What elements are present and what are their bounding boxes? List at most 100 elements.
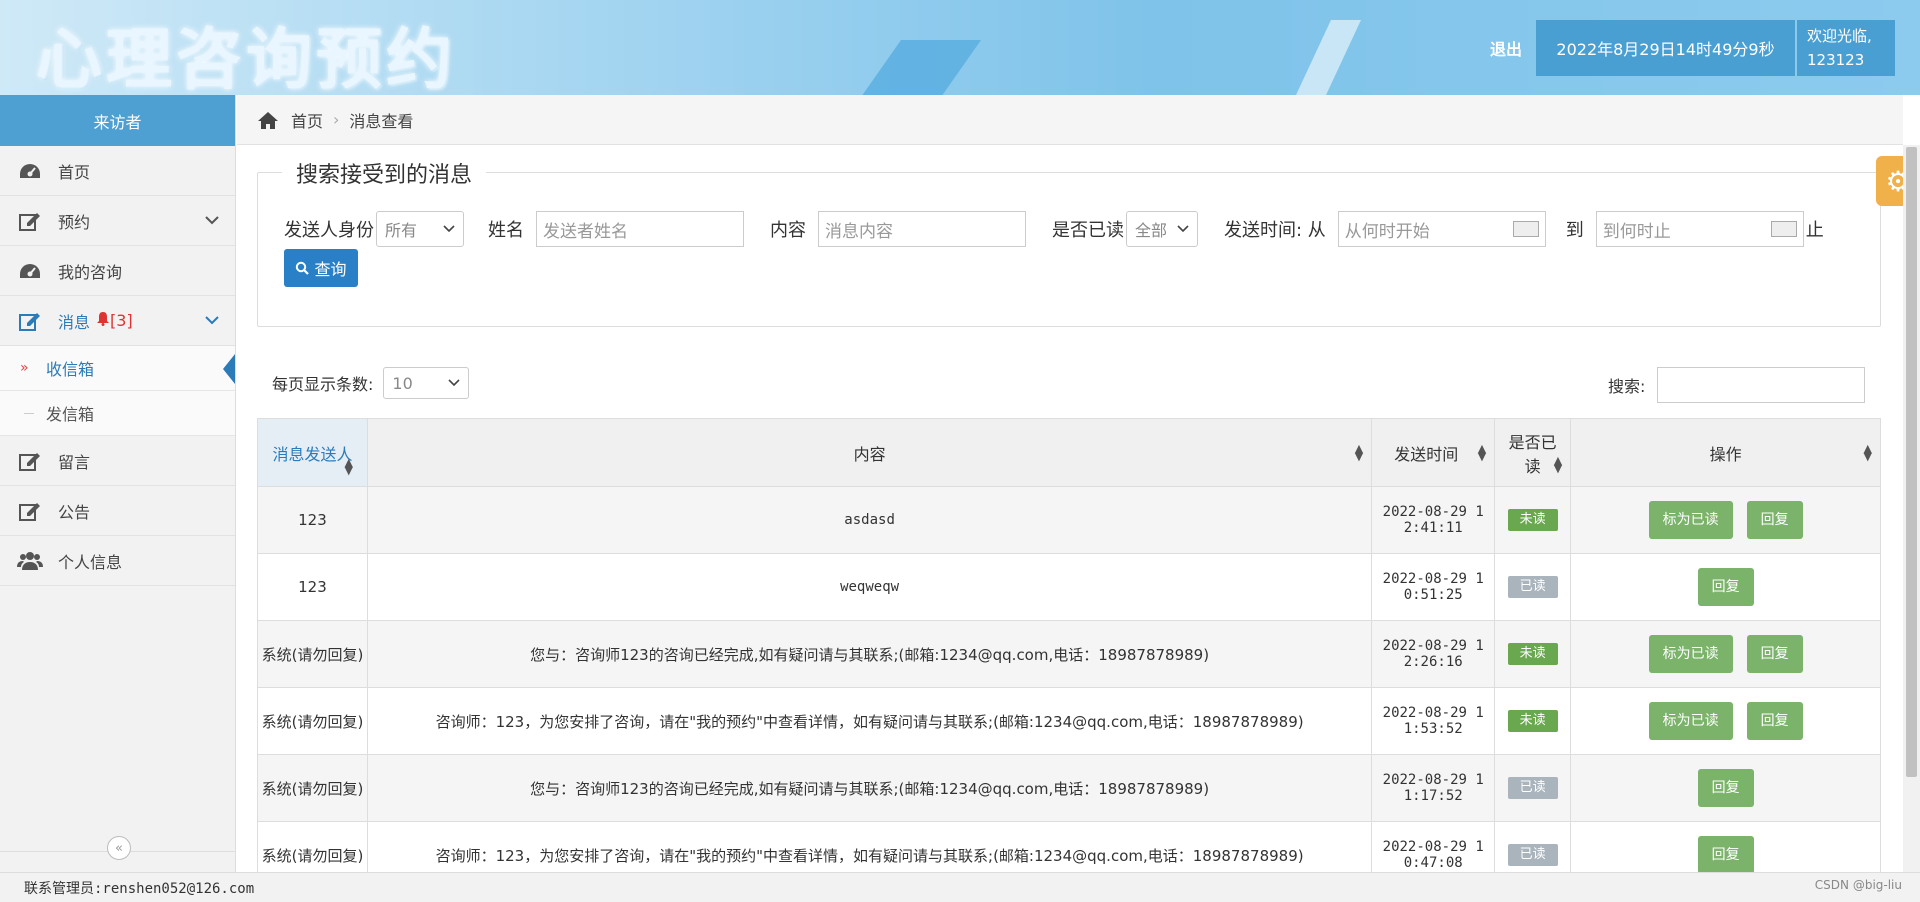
vertical-scrollbar[interactable]	[1903, 145, 1920, 872]
cell-time: 2022-08-29 1 1:53:52	[1371, 687, 1496, 755]
status-badge: 已读	[1507, 777, 1558, 799]
sidebar-item-label: 我的咨询	[58, 262, 123, 282]
breadcrumb: 首页 › 消息查看	[237, 95, 1903, 145]
users-icon	[16, 550, 44, 572]
reply-button[interactable]: 回复	[1746, 635, 1803, 673]
read-status-select[interactable]: 全部	[1126, 211, 1198, 247]
sidebar-item-messages[interactable]: 消息 [3]	[0, 296, 235, 346]
table-row: 系统(请勿回复) 咨询师：123，为您安排了咨询，请在"我的预约"中查看详情，如…	[257, 687, 1881, 755]
sidebar-item-label: 首页	[58, 162, 91, 182]
breadcrumb-current: 消息查看	[349, 111, 414, 131]
mark-read-button[interactable]: 标为已读	[1648, 702, 1733, 740]
sidebar-item-label: 消息	[58, 312, 91, 332]
cell-sender: 123	[257, 486, 368, 554]
column-header-actions[interactable]: 操作 ▲ ▼	[1570, 418, 1881, 487]
sender-identity-select[interactable]: 所有	[376, 211, 464, 247]
cell-actions: 标为已读 回复	[1570, 620, 1881, 688]
sort-icon: ▲ ▼	[344, 456, 353, 477]
column-header-label: 消息发送人	[272, 444, 353, 464]
edit-icon	[16, 310, 44, 332]
reply-button[interactable]: 回复	[1697, 836, 1754, 874]
collapse-sidebar-button[interactable]: «	[107, 836, 131, 860]
column-header-label: 是否已读	[1508, 432, 1557, 476]
time-to-input[interactable]: 到何时止	[1595, 211, 1804, 247]
tree-line	[24, 413, 34, 414]
sidebar-item-label: 公告	[58, 502, 91, 522]
calendar-icon[interactable]	[1512, 221, 1539, 237]
column-header-content[interactable]: 内容 ▲ ▼	[366, 418, 1373, 487]
header-banner: 心理咨询预约 退出 2022年8月29日14时49分9秒 欢迎光临, 12312…	[0, 0, 1920, 95]
mark-read-button[interactable]: 标为已读	[1648, 501, 1733, 539]
cell-sender: 系统(请勿回复)	[257, 754, 368, 822]
time-end-label: 止	[1805, 220, 1824, 241]
mark-read-button[interactable]: 标为已读	[1648, 635, 1733, 673]
cell-actions: 标为已读 回复	[1570, 486, 1881, 554]
username: 123123	[1807, 51, 1865, 69]
cell-content: weqweqw	[366, 553, 1373, 621]
name-input[interactable]: 发送者姓名	[536, 211, 744, 247]
datetime-display: 2022年8月29日14时49分9秒	[1536, 20, 1795, 76]
table-row: 系统(请勿回复) 您与：咨询师123的咨询已经完成,如有疑问请与其联系;(邮箱:…	[257, 620, 1881, 688]
edit-icon	[16, 450, 44, 472]
column-header-label: 发送时间	[1394, 444, 1459, 464]
cell-time: 2022-08-29 1 2:26:16	[1371, 620, 1496, 688]
unread-count-badge: [3]	[110, 311, 133, 330]
read-status-label: 是否已读	[1052, 220, 1124, 241]
table-search-input[interactable]	[1657, 367, 1866, 403]
table-search-label: 搜索:	[1608, 377, 1646, 396]
sidebar-item-home[interactable]: 首页	[0, 146, 235, 196]
chevron-down-icon	[1177, 225, 1189, 233]
cell-actions: 回复	[1570, 553, 1881, 621]
search-panel: 搜索接受到的消息 发送人身份 所有 姓名 发送者姓名 内容 消息内容 是否已读 …	[257, 157, 1881, 327]
sidebar-item-notices[interactable]: 公告	[0, 486, 235, 536]
reply-button[interactable]: 回复	[1746, 501, 1803, 539]
column-header-sender[interactable]: 消息发送人 ▲ ▼	[257, 418, 368, 487]
sidebar-item-profile[interactable]: 个人信息	[0, 536, 235, 586]
sidebar-subitem-inbox[interactable]: » 收信箱	[0, 346, 235, 391]
watermark: CSDN @big-liu	[1814, 878, 1902, 892]
sort-icon: ▲ ▼	[1553, 454, 1563, 475]
sidebar-item-my-consult[interactable]: 我的咨询	[0, 246, 235, 296]
admin-contact: 联系管理员:renshen052@126.com	[24, 880, 255, 897]
sidebar-item-label: 预约	[58, 212, 91, 232]
time-line: 2022-08-29 1	[1382, 571, 1484, 587]
cell-time: 2022-08-29 1 1:17:52	[1371, 754, 1496, 822]
reply-button[interactable]: 回复	[1697, 568, 1754, 606]
dashboard-icon	[16, 160, 44, 182]
sidebar-subitem-outbox[interactable]: 发信箱	[0, 391, 235, 436]
time-line: 1:17:52	[1403, 788, 1463, 804]
sidebar-item-comments[interactable]: 留言	[0, 436, 235, 486]
query-button[interactable]: 查询	[284, 249, 358, 287]
select-value: 全部	[1135, 221, 1168, 240]
cell-status: 已读	[1494, 754, 1572, 822]
column-header-time[interactable]: 发送时间 ▲ ▼	[1371, 418, 1496, 487]
reply-button[interactable]: 回复	[1746, 702, 1803, 740]
breadcrumb-home-link[interactable]: 首页	[291, 108, 323, 132]
scrollbar-thumb[interactable]	[1906, 147, 1917, 777]
column-header-label: 操作	[1709, 444, 1742, 464]
time-line: 2022-08-29 1	[1382, 638, 1484, 654]
cell-content: 您与：咨询师123的咨询已经完成,如有疑问请与其联系;(邮箱:1234@qq.c…	[366, 620, 1373, 688]
reply-button[interactable]: 回复	[1697, 769, 1754, 807]
calendar-icon[interactable]	[1770, 221, 1797, 237]
cell-actions: 回复	[1570, 754, 1881, 822]
query-button-label: 查询	[314, 260, 347, 279]
time-line: 2:41:11	[1403, 520, 1463, 536]
logout-link[interactable]: 退出	[1490, 36, 1522, 60]
chevron-down-icon	[448, 379, 460, 387]
sender-identity-label: 发送人身份	[284, 220, 374, 241]
status-badge: 未读	[1507, 509, 1558, 531]
time-to-label: 到	[1565, 220, 1584, 241]
column-header-read[interactable]: 是否已读 ▲ ▼	[1494, 418, 1572, 487]
search-row: 发送人身份 所有 姓名 发送者姓名 内容 消息内容 是否已读 全部 发送时间: …	[284, 211, 1824, 247]
cell-status: 未读	[1494, 687, 1572, 755]
edit-icon	[16, 500, 44, 522]
input-placeholder: 从何时开始	[1344, 221, 1430, 242]
page-size-select[interactable]: 10	[383, 367, 470, 399]
time-from-input[interactable]: 从何时开始	[1337, 211, 1546, 247]
sidebar-title: 来访者	[0, 95, 235, 146]
chevron-down-icon	[443, 225, 455, 233]
cell-content: asdasd	[366, 486, 1373, 554]
sidebar-item-appointment[interactable]: 预约	[0, 196, 235, 246]
content-input[interactable]: 消息内容	[818, 211, 1026, 247]
